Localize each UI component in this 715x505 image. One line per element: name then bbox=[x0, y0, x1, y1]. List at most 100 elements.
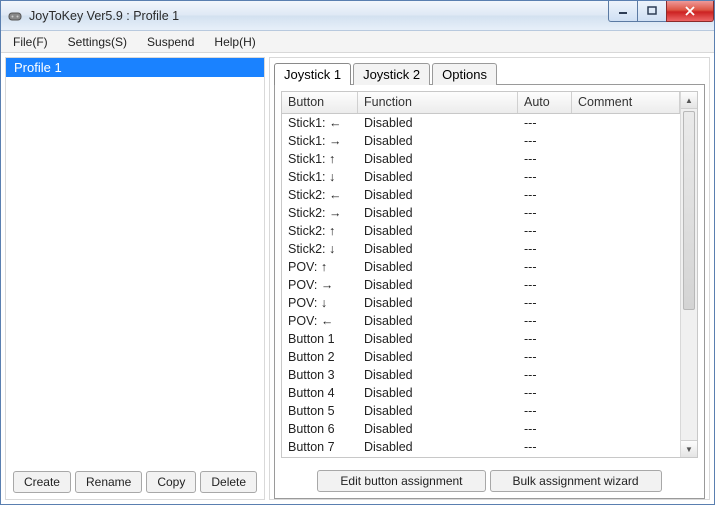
cell-button: Stick1: ← bbox=[282, 116, 358, 130]
table-row[interactable]: Stick1: ↑Disabled--- bbox=[282, 150, 680, 168]
cell-button: Stick1: ↑ bbox=[282, 152, 358, 166]
table-row[interactable]: Button 6Disabled--- bbox=[282, 420, 680, 438]
scroll-thumb[interactable] bbox=[683, 111, 695, 310]
menu-settings[interactable]: Settings(S) bbox=[60, 33, 135, 51]
cell-function: Disabled bbox=[358, 296, 518, 310]
table-row[interactable]: POV: ←Disabled--- bbox=[282, 312, 680, 330]
list-header: Button Function Auto Comment bbox=[282, 92, 680, 114]
cell-auto: --- bbox=[518, 368, 572, 382]
profile-button-row: Create Rename Copy Delete bbox=[6, 465, 264, 499]
cell-auto: --- bbox=[518, 224, 572, 238]
cell-button: Stick1: ↓ bbox=[282, 170, 358, 184]
cell-button: POV: ↑ bbox=[282, 260, 358, 274]
cell-function: Disabled bbox=[358, 368, 518, 382]
cell-auto: --- bbox=[518, 440, 572, 454]
cell-button: POV: → bbox=[282, 278, 358, 292]
table-row[interactable]: Stick1: →Disabled--- bbox=[282, 132, 680, 150]
menu-suspend[interactable]: Suspend bbox=[139, 33, 202, 51]
table-row[interactable]: Button 1Disabled--- bbox=[282, 330, 680, 348]
table-row[interactable]: POV: →Disabled--- bbox=[282, 276, 680, 294]
table-row[interactable]: Stick2: ↑Disabled--- bbox=[282, 222, 680, 240]
bulk-assignment-button[interactable]: Bulk assignment wizard bbox=[490, 470, 662, 492]
close-button[interactable] bbox=[666, 1, 714, 22]
menu-help[interactable]: Help(H) bbox=[206, 33, 263, 51]
tab-strip: Joystick 1 Joystick 2 Options bbox=[270, 58, 709, 84]
cell-function: Disabled bbox=[358, 242, 518, 256]
profile-item[interactable]: Profile 1 bbox=[6, 58, 264, 77]
vertical-scrollbar[interactable]: ▲ ▼ bbox=[680, 92, 697, 457]
table-row[interactable]: Button 8Disabled--- bbox=[282, 456, 680, 457]
cell-function: Disabled bbox=[358, 332, 518, 346]
delete-button[interactable]: Delete bbox=[200, 471, 257, 493]
table-row[interactable]: Stick1: ←Disabled--- bbox=[282, 114, 680, 132]
rename-button[interactable]: Rename bbox=[75, 471, 142, 493]
table-row[interactable]: POV: ↑Disabled--- bbox=[282, 258, 680, 276]
list-body: Stick1: ←Disabled---Stick1: →Disabled---… bbox=[282, 114, 680, 457]
cell-function: Disabled bbox=[358, 134, 518, 148]
cell-function: Disabled bbox=[358, 404, 518, 418]
cell-auto: --- bbox=[518, 314, 572, 328]
header-button[interactable]: Button bbox=[282, 92, 358, 113]
create-button[interactable]: Create bbox=[13, 471, 71, 493]
cell-auto: --- bbox=[518, 170, 572, 184]
mapping-list-wrap: Button Function Auto Comment Stick1: ←Di… bbox=[281, 91, 698, 458]
tab-joystick1[interactable]: Joystick 1 bbox=[274, 63, 351, 85]
tab-body: Button Function Auto Comment Stick1: ←Di… bbox=[274, 84, 705, 499]
cell-auto: --- bbox=[518, 242, 572, 256]
cell-auto: --- bbox=[518, 260, 572, 274]
copy-button[interactable]: Copy bbox=[146, 471, 196, 493]
table-row[interactable]: Button 4Disabled--- bbox=[282, 384, 680, 402]
header-auto[interactable]: Auto bbox=[518, 92, 572, 113]
edit-assignment-button[interactable]: Edit button assignment bbox=[317, 470, 485, 492]
table-row[interactable]: Stick2: →Disabled--- bbox=[282, 204, 680, 222]
cell-function: Disabled bbox=[358, 278, 518, 292]
tab-options[interactable]: Options bbox=[432, 63, 497, 85]
cell-auto: --- bbox=[518, 134, 572, 148]
titlebar: JoyToKey Ver5.9 : Profile 1 bbox=[1, 1, 714, 31]
mapping-listview[interactable]: Button Function Auto Comment Stick1: ←Di… bbox=[282, 92, 680, 457]
table-row[interactable]: Stick2: ↓Disabled--- bbox=[282, 240, 680, 258]
profile-list[interactable]: Profile 1 bbox=[6, 58, 264, 465]
table-row[interactable]: Button 2Disabled--- bbox=[282, 348, 680, 366]
cell-button: Button 3 bbox=[282, 368, 358, 382]
cell-auto: --- bbox=[518, 332, 572, 346]
cell-button: Button 4 bbox=[282, 386, 358, 400]
minimize-button[interactable] bbox=[608, 1, 638, 22]
table-row[interactable]: Button 7Disabled--- bbox=[282, 438, 680, 456]
cell-function: Disabled bbox=[358, 116, 518, 130]
scroll-track[interactable] bbox=[681, 109, 697, 440]
menu-file[interactable]: File(F) bbox=[5, 33, 56, 51]
cell-auto: --- bbox=[518, 188, 572, 202]
cell-auto: --- bbox=[518, 296, 572, 310]
cell-button: POV: ← bbox=[282, 314, 358, 328]
window-buttons bbox=[609, 1, 714, 22]
cell-function: Disabled bbox=[358, 152, 518, 166]
cell-function: Disabled bbox=[358, 440, 518, 454]
cell-function: Disabled bbox=[358, 314, 518, 328]
cell-button: Stick2: ↑ bbox=[282, 224, 358, 238]
table-row[interactable]: Button 3Disabled--- bbox=[282, 366, 680, 384]
menubar: File(F) Settings(S) Suspend Help(H) bbox=[1, 31, 714, 53]
header-comment[interactable]: Comment bbox=[572, 92, 680, 113]
table-row[interactable]: Stick1: ↓Disabled--- bbox=[282, 168, 680, 186]
scroll-up-icon[interactable]: ▲ bbox=[681, 92, 697, 109]
table-row[interactable]: Stick2: ←Disabled--- bbox=[282, 186, 680, 204]
table-row[interactable]: Button 5Disabled--- bbox=[282, 402, 680, 420]
profiles-panel: Profile 1 Create Rename Copy Delete bbox=[5, 57, 265, 500]
table-row[interactable]: POV: ↓Disabled--- bbox=[282, 294, 680, 312]
cell-auto: --- bbox=[518, 206, 572, 220]
cell-button: POV: ↓ bbox=[282, 296, 358, 310]
cell-function: Disabled bbox=[358, 224, 518, 238]
cell-button: Button 2 bbox=[282, 350, 358, 364]
cell-auto: --- bbox=[518, 404, 572, 418]
cell-auto: --- bbox=[518, 152, 572, 166]
header-function[interactable]: Function bbox=[358, 92, 518, 113]
maximize-button[interactable] bbox=[637, 1, 667, 22]
cell-button: Stick1: → bbox=[282, 134, 358, 148]
scroll-down-icon[interactable]: ▼ bbox=[681, 440, 697, 457]
tab-joystick2[interactable]: Joystick 2 bbox=[353, 63, 430, 85]
cell-auto: --- bbox=[518, 386, 572, 400]
cell-button: Button 7 bbox=[282, 440, 358, 454]
cell-function: Disabled bbox=[358, 422, 518, 436]
cell-auto: --- bbox=[518, 116, 572, 130]
